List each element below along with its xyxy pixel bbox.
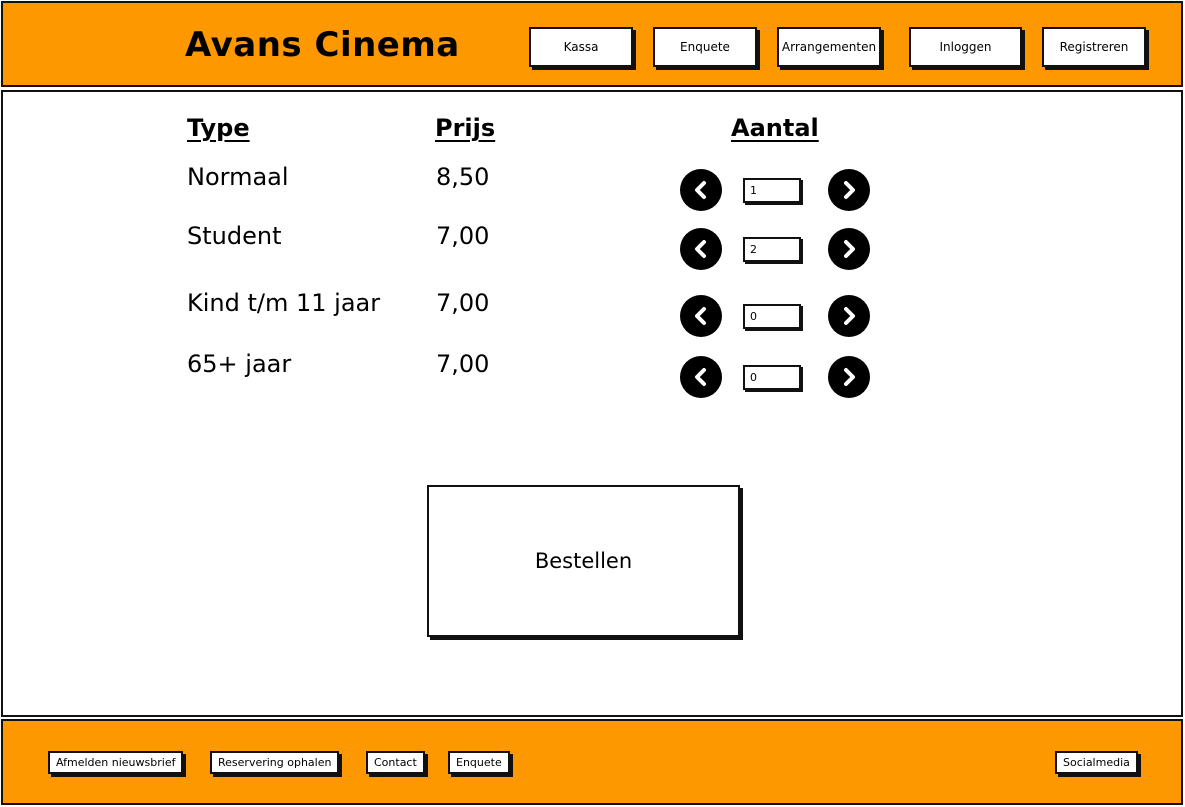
site-title: Avans Cinema xyxy=(185,25,460,65)
quantity-field[interactable] xyxy=(743,178,801,203)
chevron-left-icon xyxy=(695,240,706,258)
nav-button-registreren[interactable]: Registreren xyxy=(1042,27,1146,67)
decrease-button[interactable] xyxy=(680,169,722,211)
footer-link-enquete[interactable]: Enquete xyxy=(448,751,510,774)
nav-button-kassa[interactable]: Kassa xyxy=(529,27,633,67)
chevron-right-icon xyxy=(844,307,855,325)
ticket-panel: Type Prijs Aantal Normaal 8,50 Student 7… xyxy=(1,90,1183,717)
column-header-price: Prijs xyxy=(435,114,496,142)
nav-button-enquete[interactable]: Enquete xyxy=(653,27,757,67)
footer-link-contact[interactable]: Contact xyxy=(366,751,425,774)
header-bar: Avans Cinema Kassa Enquete Arrangementen… xyxy=(1,1,1183,87)
chevron-left-icon xyxy=(695,307,706,325)
footer-link-socialmedia[interactable]: Socialmedia xyxy=(1055,751,1138,774)
column-header-type: Type xyxy=(187,114,250,142)
chevron-left-icon xyxy=(695,181,706,199)
quantity-field[interactable] xyxy=(743,237,801,262)
column-header-quantity: Aantal xyxy=(731,114,819,142)
quantity-field[interactable] xyxy=(743,304,801,329)
increase-button[interactable] xyxy=(828,228,870,270)
footer-link-unsubscribe-newsletter[interactable]: Afmelden nieuwsbrief xyxy=(48,751,184,774)
decrease-button[interactable] xyxy=(680,356,722,398)
ticket-type-label: Student xyxy=(187,222,282,250)
ticket-price: 7,00 xyxy=(436,289,490,317)
ticket-type-label: Normaal xyxy=(187,163,289,191)
footer-link-retrieve-reservation[interactable]: Reservering ophalen xyxy=(210,751,340,774)
ticket-type-label: 65+ jaar xyxy=(187,350,292,378)
footer-bar: Afmelden nieuwsbrief Reservering ophalen… xyxy=(1,719,1183,805)
increase-button[interactable] xyxy=(828,169,870,211)
ticket-price: 7,00 xyxy=(436,222,490,250)
chevron-right-icon xyxy=(844,368,855,386)
nav-button-arrangementen[interactable]: Arrangementen xyxy=(777,27,881,67)
increase-button[interactable] xyxy=(828,356,870,398)
quantity-field[interactable] xyxy=(743,365,801,390)
ticket-price: 7,00 xyxy=(436,350,490,378)
chevron-right-icon xyxy=(844,240,855,258)
decrease-button[interactable] xyxy=(680,228,722,270)
decrease-button[interactable] xyxy=(680,295,722,337)
ticket-price: 8,50 xyxy=(436,163,490,191)
nav-button-inloggen[interactable]: Inloggen xyxy=(909,27,1022,67)
chevron-left-icon xyxy=(695,368,706,386)
chevron-right-icon xyxy=(844,181,855,199)
ticket-type-label: Kind t/m 11 jaar xyxy=(187,289,381,317)
increase-button[interactable] xyxy=(828,295,870,337)
order-button[interactable]: Bestellen xyxy=(427,485,740,637)
